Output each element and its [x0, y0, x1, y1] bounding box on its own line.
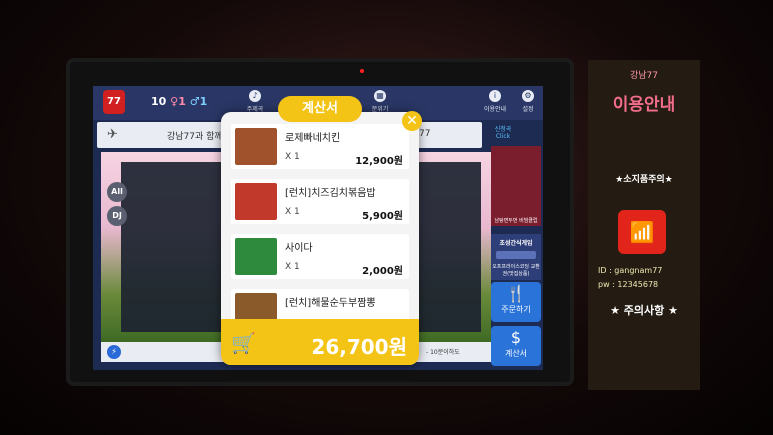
poster-warning: ★소지품주의★ [615, 175, 673, 185]
promo-card[interactable]: 신청곡 Click 남탕면두번 비빔클럽 [491, 126, 541, 226]
female-count: ♀1 [170, 95, 186, 108]
item-price: 5,900원 [362, 211, 403, 222]
item-name: [런치]해물순두부짬뽕 [285, 298, 376, 309]
room-counts: 10 ♀1 ♂1 [151, 95, 207, 108]
item-price: 12,900원 [355, 156, 403, 167]
game-buttons [496, 251, 536, 259]
room-number: 10 [151, 95, 167, 108]
poster-sub: 강남77 [629, 71, 658, 81]
info-button[interactable]: i 이용안내 [478, 90, 512, 113]
order-button[interactable]: 🍴 주문하기 [491, 282, 541, 322]
total-bar: 🛒 26,700원 [221, 319, 419, 365]
order-item: [런치]치즈김치볶음밥 X 1 5,900원 [231, 179, 409, 224]
settings-button[interactable]: ⚙ 설정 [511, 90, 543, 113]
food-image [235, 183, 277, 220]
info-icon: i [489, 90, 501, 102]
poster-heading: 이용안내 [612, 95, 676, 115]
bill-button[interactable]: $ 계산서 [491, 326, 541, 366]
brand-logo[interactable]: 77 [103, 90, 125, 114]
bottom-note: - 10분이하도 [426, 349, 460, 356]
item-qty: X 1 [285, 207, 300, 217]
pin-icon: ✈ [107, 127, 118, 142]
wifi-icon: 📶 [618, 210, 666, 254]
utensils-icon: 🍴 [506, 284, 526, 303]
male-count: ♂1 [189, 95, 208, 108]
bill-modal: 로제빠네치킨 X 1 12,900원 [런치]치즈김치볶음밥 X 1 5,900… [221, 112, 419, 365]
search-text: 강남77과 함께 [167, 132, 223, 142]
poster-caution: ★ 주의사항 ★ [610, 304, 678, 317]
item-qty: X 1 [285, 262, 300, 272]
drink-image [235, 238, 277, 275]
settings-label: 설정 [522, 106, 534, 113]
wifi-id: ID : gangnam77 [598, 266, 663, 275]
power-led [360, 69, 364, 73]
item-name: [런치]치즈김치볶음밥 [285, 188, 376, 199]
mood-button[interactable]: ▦ 분위기 [363, 90, 397, 113]
close-icon[interactable]: ✕ [402, 111, 422, 131]
order-label: 주문하기 [501, 305, 531, 314]
item-name: 사이다 [285, 243, 313, 254]
order-item: 로제빠네치킨 X 1 12,900원 [231, 124, 409, 169]
bolt-icon[interactable]: ⚡ [107, 345, 121, 359]
info-poster: 강남77 이용안내 ★소지품주의★ 📶 ID : gangnam77 pw : … [588, 60, 700, 390]
right-panel: 신청곡 Click 남탕면두번 비빔클럽 초성간식게임 오프프라이스코딩 교환권… [491, 122, 543, 370]
music-icon: ♪ [249, 90, 261, 102]
gear-icon: ⚙ [522, 90, 534, 102]
item-qty: X 1 [285, 152, 300, 162]
food-image [235, 128, 277, 165]
promo-tag: 신청곡 Click [494, 126, 512, 140]
theme-song-button[interactable]: ♪ 주제곡 [238, 90, 272, 113]
info-label: 이용안내 [483, 106, 507, 113]
item-name: 로제빠네치킨 [285, 133, 341, 144]
coins-icon: $ [510, 328, 522, 347]
game-card[interactable]: 초성간식게임 오프프라이스코딩 교환권(맛집상품) [491, 234, 541, 280]
filter-dj-button[interactable]: DJ [107, 206, 127, 226]
game-title: 초성간식게임 [499, 240, 533, 247]
mood-icon: ▦ [374, 90, 386, 102]
item-price: 2,000원 [362, 266, 403, 277]
game-caption: 오프프라이스코딩 교환권(맛집상품) [492, 264, 540, 277]
filter-all-button[interactable]: All [107, 182, 127, 202]
cart-icon: 🛒 [231, 331, 256, 355]
total-amount: 26,700원 [311, 335, 407, 359]
promo-caption: 남탕면두번 비빔클럽 [494, 218, 538, 224]
modal-title: 계산서 [278, 96, 362, 122]
bill-label: 계산서 [504, 349, 528, 358]
order-item: 사이다 X 1 2,000원 [231, 234, 409, 279]
wifi-password: pw : 12345678 [598, 280, 659, 289]
search-text-right: 77 [419, 129, 431, 139]
